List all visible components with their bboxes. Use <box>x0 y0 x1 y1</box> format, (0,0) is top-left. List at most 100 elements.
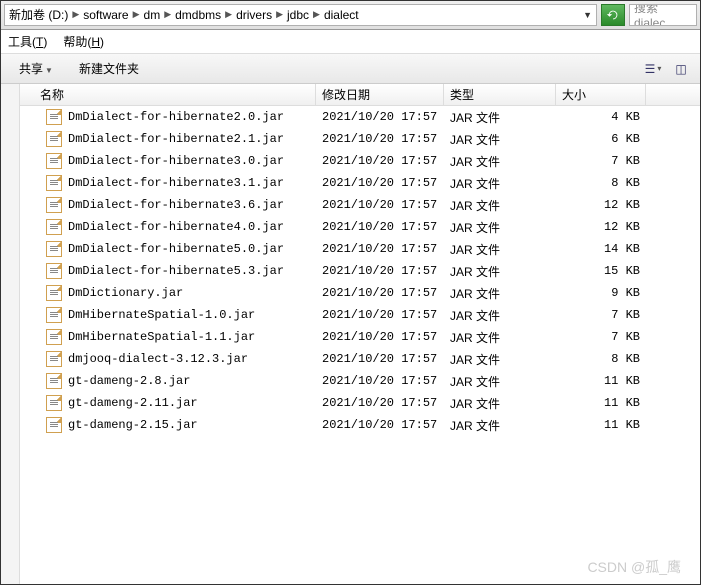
chevron-down-icon: ▼ <box>45 66 53 75</box>
file-size: 11 KB <box>556 372 646 390</box>
file-size: 6 KB <box>556 130 646 148</box>
chevron-right-icon[interactable]: ▶ <box>225 9 232 20</box>
search-input[interactable]: 搜索 dialec <box>629 4 697 26</box>
file-type: JAR 文件 <box>444 217 556 238</box>
file-icon <box>46 131 62 147</box>
file-size: 7 KB <box>556 306 646 324</box>
file-icon <box>46 153 62 169</box>
file-date: 2021/10/20 17:57 <box>316 372 444 390</box>
refresh-icon <box>606 8 620 22</box>
menu-tools[interactable]: 工具(T) <box>8 33 47 50</box>
column-size[interactable]: 大小 <box>556 84 646 105</box>
file-type: JAR 文件 <box>444 173 556 194</box>
file-row[interactable]: gt-dameng-2.11.jar2021/10/20 17:57JAR 文件… <box>20 392 701 414</box>
file-size: 12 KB <box>556 218 646 236</box>
search-placeholder: 搜索 dialec <box>634 4 692 26</box>
file-type: JAR 文件 <box>444 415 556 436</box>
file-icon <box>46 175 62 191</box>
crumb-part[interactable]: dmdbms <box>175 8 221 22</box>
file-type: JAR 文件 <box>444 393 556 414</box>
view-button[interactable]: ☰▾ <box>641 59 665 79</box>
file-type: JAR 文件 <box>444 283 556 304</box>
crumb-part[interactable]: dialect <box>324 8 359 22</box>
file-row[interactable]: dmjooq-dialect-3.12.3.jar 2021/10/20 17:5… <box>20 348 701 370</box>
file-name: DmDialect-for-hibernate3.6.jar <box>68 198 284 212</box>
file-date: 2021/10/20 17:57 <box>316 152 444 170</box>
file-list: DmDialect-for-hibernate2.0.jar 2021/10/20… <box>20 106 701 436</box>
new-folder-button[interactable]: 新建文件夹 <box>68 56 150 81</box>
file-icon <box>46 109 62 125</box>
main-area: 名称 修改日期 类型 大小 DmDialect-for-hibernate2.0… <box>0 84 701 585</box>
column-name[interactable]: 名称 <box>20 84 316 105</box>
column-headers: 名称 修改日期 类型 大小 <box>20 84 701 106</box>
file-name: gt-dameng-2.8.jar <box>68 374 190 388</box>
file-name: DmDialect-for-hibernate5.3.jar <box>68 264 284 278</box>
file-size: 8 KB <box>556 174 646 192</box>
chevron-right-icon[interactable]: ▶ <box>133 9 140 20</box>
file-name: DmDialect-for-hibernate5.0.jar <box>68 242 284 256</box>
file-date: 2021/10/20 17:57 <box>316 416 444 434</box>
file-icon <box>46 373 62 389</box>
file-name: DmDictionary.jar <box>68 286 183 300</box>
refresh-button[interactable] <box>601 4 625 26</box>
file-type: JAR 文件 <box>444 327 556 348</box>
file-size: 15 KB <box>556 262 646 280</box>
chevron-right-icon[interactable]: ▶ <box>276 9 283 20</box>
file-date: 2021/10/20 17:57 <box>316 196 444 214</box>
crumb-part[interactable]: drivers <box>236 8 272 22</box>
menu-help[interactable]: 帮助(H) <box>63 33 104 50</box>
file-icon <box>46 241 62 257</box>
breadcrumb[interactable]: 新加卷 (D:) ▶ software ▶ dm ▶ dmdbms ▶ driv… <box>4 4 597 26</box>
file-row[interactable]: DmDialect-for-hibernate5.3.jar2021/10/20… <box>20 260 701 282</box>
file-type: JAR 文件 <box>444 129 556 150</box>
file-type: JAR 文件 <box>444 239 556 260</box>
crumb-part[interactable]: software <box>83 8 128 22</box>
crumb-root[interactable]: 新加卷 (D:) <box>9 6 68 23</box>
preview-pane-button[interactable]: ◫ <box>669 59 693 79</box>
address-bar: 新加卷 (D:) ▶ software ▶ dm ▶ dmdbms ▶ driv… <box>0 0 701 30</box>
file-size: 11 KB <box>556 416 646 434</box>
crumb-part[interactable]: dm <box>144 8 161 22</box>
file-name: dmjooq-dialect-3.12.3.jar <box>68 352 248 366</box>
file-row[interactable]: DmDialect-for-hibernate3.0.jar2021/10/20… <box>20 150 701 172</box>
chevron-right-icon[interactable]: ▶ <box>313 9 320 20</box>
file-row[interactable]: DmDialect-for-hibernate3.1.jar2021/10/20… <box>20 172 701 194</box>
file-row[interactable]: DmDialect-for-hibernate3.6.jar 2021/10/20… <box>20 194 701 216</box>
file-row[interactable]: DmDialect-for-hibernate2.0.jar2021/10/20… <box>20 106 701 128</box>
file-date: 2021/10/20 17:57 <box>316 240 444 258</box>
file-date: 2021/10/20 17:57 <box>316 306 444 324</box>
file-row[interactable]: gt-dameng-2.15.jar 2021/10/20 17:57JAR 文件… <box>20 414 701 436</box>
file-row[interactable]: DmDialect-for-hibernate5.0.jar 2021/10/20… <box>20 238 701 260</box>
file-name: DmHibernateSpatial-1.0.jar <box>68 308 255 322</box>
watermark: CSDN @孤_鹰 <box>587 557 681 577</box>
file-size: 7 KB <box>556 328 646 346</box>
crumb-part[interactable]: jdbc <box>287 8 309 22</box>
file-row[interactable]: DmDialect-for-hibernate4.0.jar2021/10/20… <box>20 216 701 238</box>
file-icon <box>46 329 62 345</box>
chevron-right-icon[interactable]: ▶ <box>72 9 79 20</box>
file-date: 2021/10/20 17:57 <box>316 218 444 236</box>
file-row[interactable]: DmHibernateSpatial-1.1.jar2021/10/20 17:… <box>20 326 701 348</box>
chevron-right-icon[interactable]: ▶ <box>164 9 171 20</box>
share-button[interactable]: 共享▼ <box>8 56 64 81</box>
chevron-down-icon[interactable]: ▼ <box>583 10 592 20</box>
file-type: JAR 文件 <box>444 305 556 326</box>
file-size: 8 KB <box>556 350 646 368</box>
pane-icon: ◫ <box>675 62 686 76</box>
file-name: gt-dameng-2.15.jar <box>68 418 198 432</box>
file-icon <box>46 395 62 411</box>
file-size: 14 KB <box>556 240 646 258</box>
file-date: 2021/10/20 17:57 <box>316 350 444 368</box>
file-type: JAR 文件 <box>444 195 556 216</box>
chevron-down-icon: ▾ <box>657 64 661 73</box>
file-row[interactable]: DmDialect-for-hibernate2.1.jar2021/10/20… <box>20 128 701 150</box>
column-date[interactable]: 修改日期 <box>316 84 444 105</box>
file-row[interactable]: gt-dameng-2.8.jar 2021/10/20 17:57JAR 文件1… <box>20 370 701 392</box>
file-row[interactable]: DmHibernateSpatial-1.0.jar 2021/10/20 17:… <box>20 304 701 326</box>
menu-bar: 工具(T) 帮助(H) <box>0 30 701 54</box>
toolbar: 共享▼ 新建文件夹 ☰▾ ◫ <box>0 54 701 84</box>
file-type: JAR 文件 <box>444 371 556 392</box>
file-name: DmDialect-for-hibernate2.0.jar <box>68 110 284 124</box>
file-row[interactable]: DmDictionary.jar2021/10/20 17:57JAR 文件9 … <box>20 282 701 304</box>
column-type[interactable]: 类型 <box>444 84 556 105</box>
